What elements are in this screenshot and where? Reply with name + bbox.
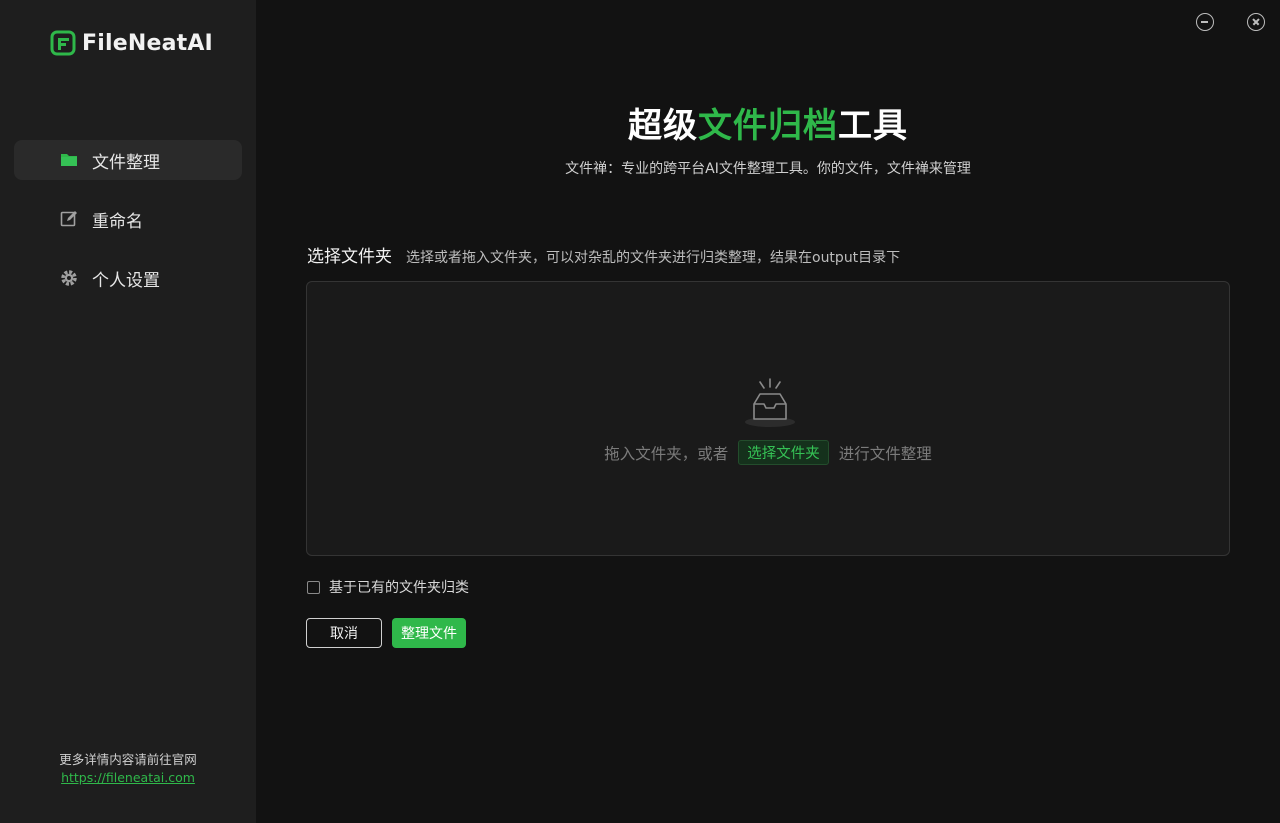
dropzone-text-after: 进行文件整理 — [838, 444, 932, 463]
existing-folder-label: 基于已有的文件夹归类 — [329, 580, 469, 596]
sidebar-item-rename[interactable]: 重命名 — [14, 199, 242, 239]
folder-dropzone[interactable]: 拖入文件夹，或者 选择文件夹 进行文件整理 — [306, 281, 1230, 556]
sidebar: FileNeatAI 文件整理 重命名 个人设置 更多详情内容请前往官网 htt… — [0, 0, 256, 823]
footer-text: 更多详情内容请前往官网 — [59, 752, 197, 767]
cancel-button[interactable]: 取消 — [306, 618, 382, 648]
folder-icon — [61, 154, 77, 166]
section-description: 选择或者拖入文件夹，可以对杂乱的文件夹进行归类整理，结果在output目录下 — [406, 250, 901, 266]
organize-files-button[interactable]: 整理文件 — [392, 618, 466, 648]
sidebar-footer: 更多详情内容请前往官网 https://fileneatai.com — [0, 751, 256, 787]
existing-folder-checkbox[interactable] — [307, 580, 320, 594]
sidebar-item-label: 文件整理 — [92, 152, 160, 173]
gear-icon — [61, 270, 77, 286]
title-accent: 文件归档 — [698, 106, 838, 146]
dropzone-text: 拖入文件夹，或者 选择文件夹 进行文件整理 — [307, 440, 1229, 465]
sidebar-item-label: 个人设置 — [92, 270, 160, 291]
logo-icon — [50, 30, 76, 56]
title-part1: 超级 — [628, 106, 698, 146]
sidebar-nav: 文件整理 重命名 个人设置 — [14, 140, 242, 317]
sidebar-item-file-organize[interactable]: 文件整理 — [14, 140, 242, 180]
dropzone-text-before: 拖入文件夹，或者 — [604, 444, 729, 463]
section-header: 选择文件夹 选择或者拖入文件夹，可以对杂乱的文件夹进行归类整理，结果在outpu… — [307, 242, 900, 267]
edit-icon — [60, 211, 77, 227]
app-name: FileNeatAI — [82, 30, 213, 56]
page-subtitle: 文件禅：专业的跨平台AI文件整理工具。你的文件，文件禅来管理 — [565, 161, 971, 177]
existing-folder-option[interactable]: 基于已有的文件夹归类 — [307, 577, 469, 597]
sidebar-item-settings[interactable]: 个人设置 — [14, 258, 242, 298]
app-logo: FileNeatAI — [50, 30, 213, 56]
select-folder-link[interactable]: 选择文件夹 — [738, 440, 829, 465]
minimize-icon[interactable] — [1196, 13, 1214, 31]
page-title: 超级文件归档工具 — [256, 98, 1280, 147]
close-icon[interactable] — [1247, 13, 1265, 31]
inbox-icon — [745, 378, 795, 427]
title-part2: 工具 — [838, 106, 908, 146]
website-link[interactable]: https://fileneatai.com — [61, 770, 195, 785]
section-title: 选择文件夹 — [307, 247, 392, 267]
sidebar-item-label: 重命名 — [92, 211, 143, 232]
